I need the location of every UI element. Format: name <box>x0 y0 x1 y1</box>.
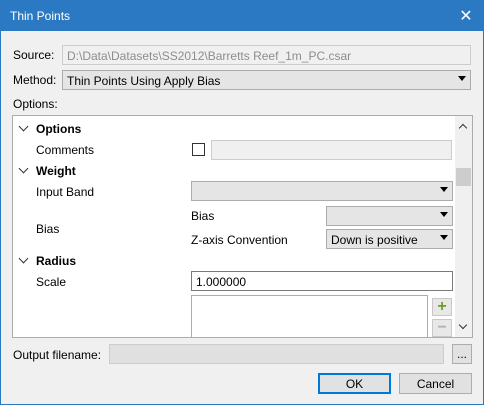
remove-button[interactable]: − <box>432 319 452 337</box>
close-icon: ✕ <box>459 8 473 25</box>
scroll-thumb[interactable] <box>456 168 471 186</box>
chevron-down-icon <box>440 235 448 240</box>
collapse-weight-icon[interactable] <box>18 163 29 174</box>
ok-button[interactable]: OK <box>318 373 391 394</box>
input-band-dropdown[interactable] <box>191 181 453 201</box>
output-filename-field <box>109 344 444 364</box>
browse-button[interactable]: ... <box>452 344 472 364</box>
comments-label: Comments <box>36 143 95 157</box>
scale-input[interactable]: 1.000000 <box>191 271 453 291</box>
close-button[interactable]: ✕ <box>449 1 483 31</box>
bias-dropdown[interactable] <box>326 206 453 226</box>
section-options[interactable]: Options <box>36 122 81 136</box>
collapse-radius-icon[interactable] <box>18 253 29 264</box>
source-field: D:\Data\Datasets\SS2012\Barretts Reef_1m… <box>62 45 471 65</box>
minus-icon: − <box>437 319 447 336</box>
section-radius[interactable]: Radius <box>36 254 76 268</box>
comments-field <box>211 140 452 160</box>
scale-label: Scale <box>36 275 67 289</box>
title-bar: Thin Points ✕ <box>1 1 483 31</box>
zaxis-dropdown[interactable]: Down is positive <box>326 229 453 249</box>
add-button[interactable]: + <box>432 298 452 316</box>
radius-list[interactable] <box>191 295 428 337</box>
options-property-grid: Options Comments Weight Input Band Bias … <box>12 115 473 338</box>
chevron-down-icon <box>440 187 448 192</box>
plus-icon: + <box>437 298 447 315</box>
window-title: Thin Points <box>10 9 71 23</box>
cancel-button[interactable]: Cancel <box>399 373 472 394</box>
chevron-down-icon <box>440 212 448 217</box>
comments-checkbox[interactable] <box>192 143 205 156</box>
options-scrollbar[interactable] <box>455 116 472 337</box>
section-weight[interactable]: Weight <box>36 164 76 178</box>
thin-points-dialog: Thin Points ✕ Source: D:\Data\Datasets\S… <box>0 0 484 405</box>
method-value: Thin Points Using Apply Bias <box>67 74 221 88</box>
options-label: Options: <box>13 97 58 111</box>
zaxis-label: Z-axis Convention <box>191 233 288 247</box>
zaxis-value: Down is positive <box>331 233 418 247</box>
scroll-down-icon[interactable] <box>458 320 468 330</box>
scroll-up-icon[interactable] <box>458 123 468 133</box>
chevron-down-icon <box>458 76 466 81</box>
output-filename-label: Output filename: <box>13 348 102 362</box>
bias-label: Bias <box>36 222 60 236</box>
method-label: Method: <box>13 73 57 87</box>
collapse-options-icon[interactable] <box>18 121 29 132</box>
input-band-label: Input Band <box>36 185 95 199</box>
bias-sub-label: Bias <box>191 209 215 223</box>
method-dropdown[interactable]: Thin Points Using Apply Bias <box>62 70 471 90</box>
source-label: Source: <box>13 48 55 62</box>
